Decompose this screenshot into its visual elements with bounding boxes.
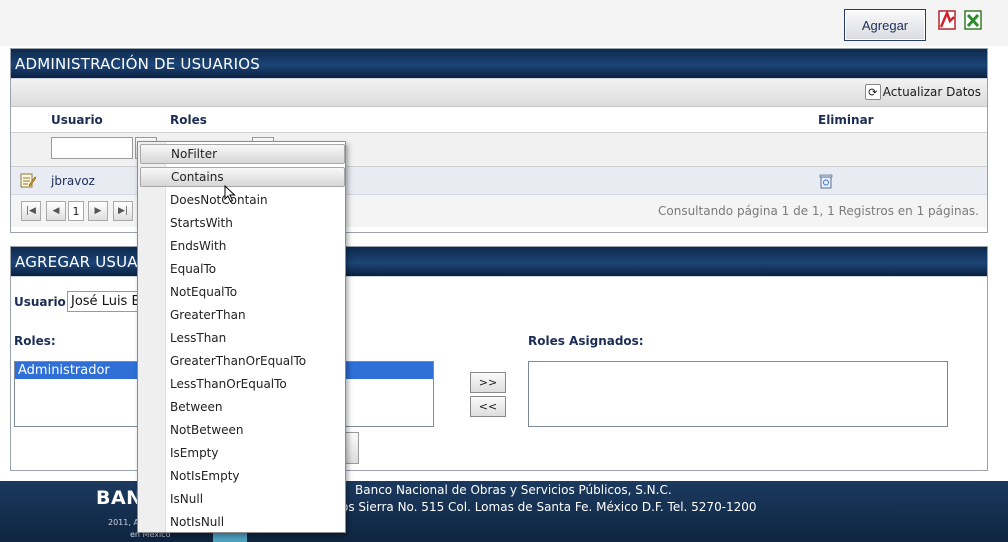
pager-info: Consultando página 1 de 1, 1 Registros e… (658, 204, 979, 218)
menu-item-between[interactable]: Between (170, 397, 223, 417)
menu-item-contains[interactable]: Contains (140, 167, 345, 187)
menu-item-greaterthanorequalto[interactable]: GreaterThanOrEqualTo (170, 351, 306, 371)
row-user: jbravoz (51, 174, 95, 188)
refresh-label: Actualizar Datos (882, 85, 981, 99)
menu-item-notisempty[interactable]: NotIsEmpty (170, 466, 240, 486)
menu-item-startswith[interactable]: StartsWith (170, 213, 233, 233)
user-label: Usuario: (14, 295, 71, 309)
column-header-usuario[interactable]: Usuario (51, 113, 103, 127)
menu-item-greaterthan[interactable]: GreaterThan (170, 305, 246, 325)
menu-item-notbetween[interactable]: NotBetween (170, 420, 244, 440)
mouse-cursor-icon (224, 184, 236, 203)
refresh-button[interactable]: ⟳ Actualizar Datos (864, 84, 981, 100)
move-right-button[interactable]: >> (470, 372, 506, 393)
edit-icon[interactable] (20, 172, 37, 188)
prev-page-button[interactable]: ◀ (46, 201, 66, 221)
menu-item-notisnull[interactable]: NotIsNull (170, 512, 224, 532)
user-filter-input[interactable] (51, 137, 133, 159)
footer-tab (213, 532, 247, 542)
menu-item-doesnotcontain[interactable]: DoesNotContain (170, 190, 268, 210)
first-page-button[interactable]: |◀ (21, 201, 41, 221)
column-header-eliminar: Eliminar (818, 113, 874, 127)
next-page-button[interactable]: ▶ (88, 201, 108, 221)
last-page-button[interactable]: ▶| (113, 201, 133, 221)
move-left-button[interactable]: << (470, 396, 506, 417)
menu-item-lessthanorequalto[interactable]: LessThanOrEqualTo (170, 374, 287, 394)
bank-logo: BAN (96, 487, 143, 509)
grid-header: Usuario Roles Eliminar (11, 107, 987, 133)
delete-icon[interactable] (818, 173, 834, 189)
menu-item-isnull[interactable]: IsNull (170, 489, 203, 509)
menu-item-lessthan[interactable]: LessThan (170, 328, 226, 348)
footer-address: os Sierra No. 515 Col. Lomas de Santa Fe… (341, 500, 757, 514)
add-button[interactable]: Agregar (844, 9, 926, 41)
filter-dropdown-menu: NoFilter Contains DoesNotContain StartsW… (137, 141, 346, 533)
grid-toolbar: ⟳ Actualizar Datos (11, 79, 987, 107)
page-number-input[interactable]: 1 (68, 201, 84, 221)
footer-bank-name: Banco Nacional de Obras y Servicios Públ… (355, 483, 672, 497)
menu-item-notequalto[interactable]: NotEqualTo (170, 282, 237, 302)
column-header-roles[interactable]: Roles (170, 113, 207, 127)
users-panel-title: ADMINISTRACIÓN DE USUARIOS (15, 55, 260, 73)
menu-item-endswith[interactable]: EndsWith (170, 236, 226, 256)
roles-label: Roles: (14, 334, 56, 348)
users-panel-header: ADMINISTRACIÓN DE USUARIOS (11, 49, 987, 79)
assigned-roles-label: Roles Asignados: (528, 334, 644, 348)
menu-gutter (138, 142, 166, 532)
menu-item-isempty[interactable]: IsEmpty (170, 443, 219, 463)
user-field[interactable]: José Luis B (67, 291, 139, 312)
assigned-roles-list[interactable] (528, 361, 948, 427)
menu-item-nofilter[interactable]: NoFilter (140, 144, 345, 164)
refresh-icon: ⟳ (864, 84, 881, 100)
excel-export-icon[interactable] (962, 9, 984, 31)
menu-item-equalto[interactable]: EqualTo (170, 259, 216, 279)
pdf-export-icon[interactable] (936, 9, 958, 31)
